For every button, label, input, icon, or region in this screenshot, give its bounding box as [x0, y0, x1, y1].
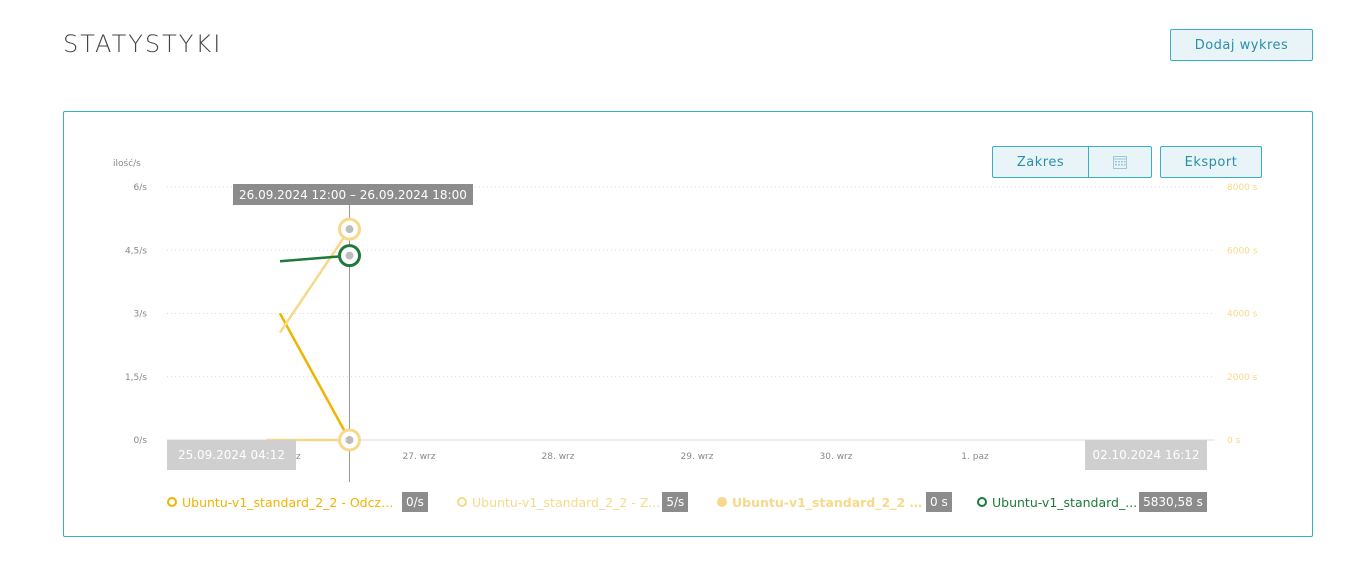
range-end-date[interactable]: 02.10.2024 16:12 — [1085, 440, 1207, 470]
legend-item[interactable]: Ubuntu-v1_standard_... 5830,58 s — [977, 492, 1207, 512]
y-tick-label: 4,5/s — [125, 246, 147, 256]
chart-tooltip: 26.09.2024 12:00 – 26.09.2024 18:00 — [233, 184, 473, 205]
legend-value: 0/s — [402, 492, 428, 512]
legend-filled-circle-icon — [717, 497, 727, 507]
y-tick-label: 6/s — [134, 183, 148, 193]
legend-value: 5830,58 s — [1139, 492, 1207, 512]
x-tick-label: 30. wrz — [820, 452, 853, 462]
series-line — [278, 228, 351, 334]
legend-label: Ubuntu-v1_standard_2_2 - Z... — [472, 494, 661, 510]
legend-label: Ubuntu-v1_standard_2_2 - Odczyt... — [182, 494, 400, 510]
legend-value: 0 s — [926, 492, 952, 512]
x-tick-label: 28. wrz — [542, 452, 575, 462]
series-marker-dot — [345, 436, 354, 444]
y-right-tick-label: 0 s — [1227, 436, 1241, 446]
legend-item[interactable]: Ubuntu-v1_standard_2_2 - Z... 5/s — [457, 492, 689, 512]
legend-item[interactable]: Ubuntu-v1_standard_2_2 - O... 0 s — [717, 492, 952, 512]
y-axis-title: ilość/s — [113, 158, 141, 169]
legend-circle-icon — [977, 497, 987, 507]
legend-value: 5/s — [662, 492, 689, 512]
y-right-tick-label: 8000 s — [1227, 183, 1258, 193]
x-tick-label-partial: z — [296, 452, 301, 462]
series-marker-dot — [345, 251, 354, 260]
y-right-tick-label: 2000 s — [1227, 373, 1258, 383]
legend-item[interactable]: Ubuntu-v1_standard_2_2 - Odczyt... 0/s — [167, 492, 428, 512]
legend-label: Ubuntu-v1_standard_2_2 - O... — [732, 494, 924, 510]
x-tick-label: 27. wrz — [403, 452, 436, 462]
x-tick-label: 29. wrz — [681, 452, 714, 462]
y-tick-label: 0/s — [134, 436, 148, 446]
y-tick-label: 1,5/s — [125, 373, 147, 383]
legend-circle-icon — [457, 497, 467, 507]
legend-circle-icon — [167, 497, 177, 507]
y-tick-label: 3/s — [134, 310, 148, 320]
y-right-tick-label: 4000 s — [1227, 310, 1258, 320]
x-tick-label: 1. paz — [961, 452, 989, 462]
y-right-tick-label: 6000 s — [1227, 246, 1258, 256]
series-marker-dot — [345, 225, 354, 234]
range-start-date[interactable]: 25.09.2024 04:12 — [167, 440, 296, 470]
legend-label: Ubuntu-v1_standard_... — [992, 494, 1138, 510]
